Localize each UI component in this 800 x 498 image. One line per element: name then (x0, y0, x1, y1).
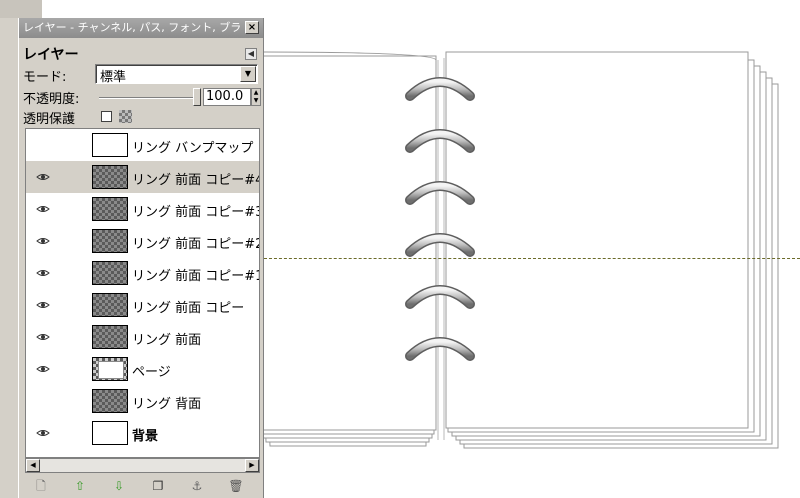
close-button[interactable]: × (245, 21, 259, 34)
layer-name[interactable]: リング 前面 コピー#4 (132, 169, 259, 188)
raise-layer-icon[interactable]: ⇧ (72, 478, 88, 494)
mode-select[interactable]: 標準 ▼ (95, 64, 258, 85)
layer-toolbar: 🗋 ⇧ ⇩ ❐ ⚓ 🗑 (25, 476, 260, 496)
layer-thumbnail[interactable] (92, 389, 128, 413)
mode-label: モード: (23, 70, 67, 85)
eye-icon[interactable] (36, 333, 50, 341)
scroll-left-button[interactable]: ◀ (26, 459, 40, 472)
layer-row[interactable]: リング バンプマップ (26, 129, 259, 161)
layers-dialog: レイヤー - チャンネル, パス, フォント, ブラ... × レイヤー ◀ モ… (18, 18, 264, 498)
layer-row[interactable]: リング 前面 (26, 321, 259, 353)
scroll-right-button[interactable]: ▶ (245, 459, 259, 472)
new-layer-icon[interactable]: 🗋 (33, 478, 49, 494)
tab-menu-button[interactable]: ◀ (245, 48, 257, 60)
layer-thumbnail[interactable] (92, 421, 128, 445)
layer-name[interactable]: リング 背面 (132, 393, 259, 412)
horizontal-guide-line[interactable] (264, 258, 800, 259)
layer-row[interactable]: リング 背面 (26, 385, 259, 417)
layer-thumbnail[interactable] (92, 293, 128, 317)
horizontal-scrollbar[interactable]: ◀ ▶ (25, 458, 260, 473)
layer-row[interactable]: リング 前面 コピー (26, 289, 259, 321)
layer-thumbnail[interactable] (92, 165, 128, 189)
layer-name[interactable]: リング 前面 コピー#1 (132, 265, 259, 284)
eye-icon[interactable] (36, 173, 50, 181)
layer-name[interactable]: リング バンプマップ (132, 137, 259, 156)
layer-row[interactable]: リング 前面 コピー#2 (26, 225, 259, 257)
lower-layer-icon[interactable]: ⇩ (111, 478, 127, 494)
anchor-layer-icon[interactable]: ⚓ (189, 478, 205, 494)
dialog-titlebar[interactable]: レイヤー - チャンネル, パス, フォント, ブラ... × (19, 18, 263, 38)
layer-thumbnail[interactable] (92, 261, 128, 285)
layer-list[interactable]: リング バンプマップ リング 前面 コピー#4 リング 前面 コピー#3 リング 前面… (25, 128, 260, 458)
eye-icon[interactable] (36, 429, 50, 437)
opacity-input[interactable]: 100.0 (203, 88, 251, 106)
eye-icon[interactable] (36, 365, 50, 373)
layer-name[interactable]: リング 前面 (132, 329, 259, 348)
layer-row[interactable]: リング 前面 コピー#3 (26, 193, 259, 225)
layer-name[interactable]: 背景 (132, 425, 259, 444)
dialog-title: レイヤー - チャンネル, パス, フォント, ブラ... (23, 21, 241, 34)
eye-icon[interactable] (36, 237, 50, 245)
image-canvas[interactable] (264, 0, 800, 498)
opacity-slider-track[interactable] (99, 97, 199, 99)
layer-row[interactable]: リング 前面 コピー#4 (26, 161, 259, 193)
alpha-checker-icon (119, 110, 132, 123)
opacity-label: 不透明度: (23, 92, 80, 107)
layer-thumbnail[interactable] (92, 197, 128, 221)
workspace-edge (0, 0, 42, 18)
layer-thumbnail[interactable] (92, 325, 128, 349)
eye-icon[interactable] (36, 301, 50, 309)
delete-layer-icon[interactable]: 🗑 (228, 478, 244, 494)
layer-thumbnail[interactable] (92, 357, 128, 381)
layer-name[interactable]: リング 前面 コピー#2 (132, 233, 259, 252)
layer-row[interactable]: リング 前面 コピー#1 (26, 257, 259, 289)
eye-icon[interactable] (36, 269, 50, 277)
lock-alpha-label: 透明保護 (23, 112, 76, 127)
layer-thumbnail[interactable] (92, 229, 128, 253)
layer-thumbnail[interactable] (92, 133, 128, 157)
layer-row[interactable]: 背景 (26, 417, 259, 449)
dialog-heading: レイヤー (23, 47, 79, 63)
notebook-illustration (264, 51, 779, 449)
layer-name[interactable]: ページ (132, 361, 259, 380)
eye-icon[interactable] (36, 205, 50, 213)
layer-row[interactable]: ページ (26, 353, 259, 385)
duplicate-layer-icon[interactable]: ❐ (150, 478, 166, 494)
chevron-down-icon[interactable]: ▼ (240, 66, 256, 82)
layer-name[interactable]: リング 前面 コピー (132, 297, 259, 316)
mode-select-value: 標準 (100, 70, 127, 85)
lock-alpha-checkbox[interactable] (101, 111, 112, 122)
layer-name[interactable]: リング 前面 コピー#3 (132, 201, 259, 220)
opacity-spinner[interactable]: ▲ ▼ (251, 88, 261, 106)
opacity-slider-handle[interactable] (193, 88, 201, 106)
